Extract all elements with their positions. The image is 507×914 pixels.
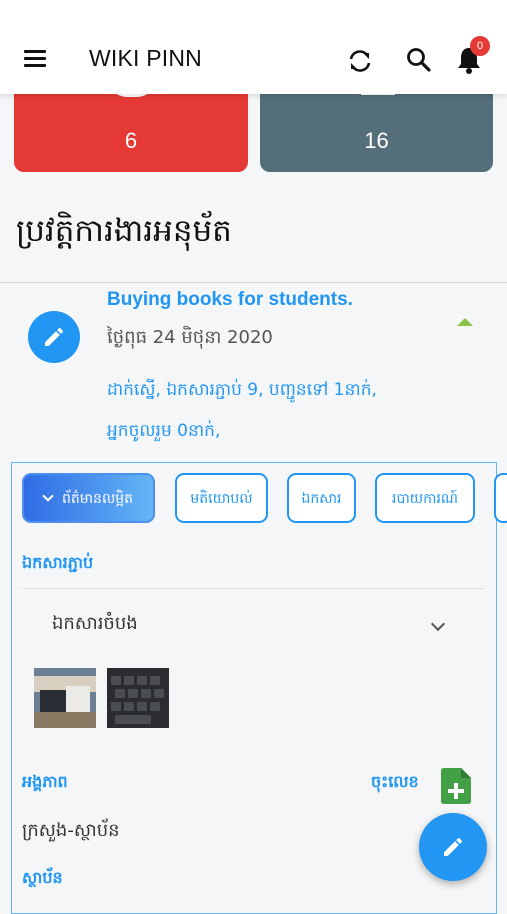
attachment-thumbnail[interactable] [107,668,169,728]
history-item-meta: ដាក់ស្នើ, ឯកសារភ្ជាប់ 9, បញ្ជូនទៅ 1នាក់,… [107,370,437,452]
entity-value: ក្រសួង-ស្ថាប័ន [22,820,120,841]
tab-label: ព័ត៌មានលម្អិត [61,491,134,507]
divider [0,282,507,283]
chevron-up-icon[interactable] [457,318,473,326]
history-item-date: ថ្ងៃពុធ 24 មិថុនា 2020 [107,327,273,348]
register-number-label[interactable]: ចុះលេខ [371,771,419,795]
history-item-title[interactable]: Buying books for students. [107,289,353,311]
chevron-down-icon [42,490,54,502]
document-type-select[interactable]: ឯកសារចំបង [52,611,138,638]
institution-label: ស្ថាប័ន [22,868,63,887]
app-bar: WIKI PINN 0 [0,0,507,94]
entity-label: អង្គភាព [22,772,68,791]
add-document-icon[interactable] [441,768,471,804]
stat-value: 6 [124,128,138,153]
tab-documents[interactable]: ឯកសារ [287,473,356,523]
tab-details[interactable]: ព័ត៌មានលម្អិត [22,473,155,523]
stat-value: 16 [364,128,389,153]
section-title: ប្រវត្តិការងារអនុម័ត [16,213,232,249]
search-icon[interactable] [405,46,433,74]
tab-report[interactable]: របាយការណ៍ [375,473,475,523]
attachments-label: ឯកសារភ្ជាប់ [22,553,94,572]
sync-icon[interactable] [346,47,374,75]
attachment-thumbnail[interactable] [34,668,96,728]
tab-comments[interactable]: មតិយោបល់ [175,473,268,523]
divider [22,588,484,589]
menu-icon[interactable] [24,50,46,68]
meta-line: ដាក់ស្នើ, ឯកសារភ្ជាប់ 9, បញ្ជូនទៅ 1នាក់, [107,380,377,400]
meta-line: អ្នកចូលរួម 0នាក់, [107,421,221,441]
edit-fab-button[interactable] [419,813,487,881]
app-title: WIKI PINN [89,45,202,71]
edit-icon [28,311,80,363]
tab-more[interactable] [494,473,507,523]
notification-badge: 0 [470,36,490,56]
